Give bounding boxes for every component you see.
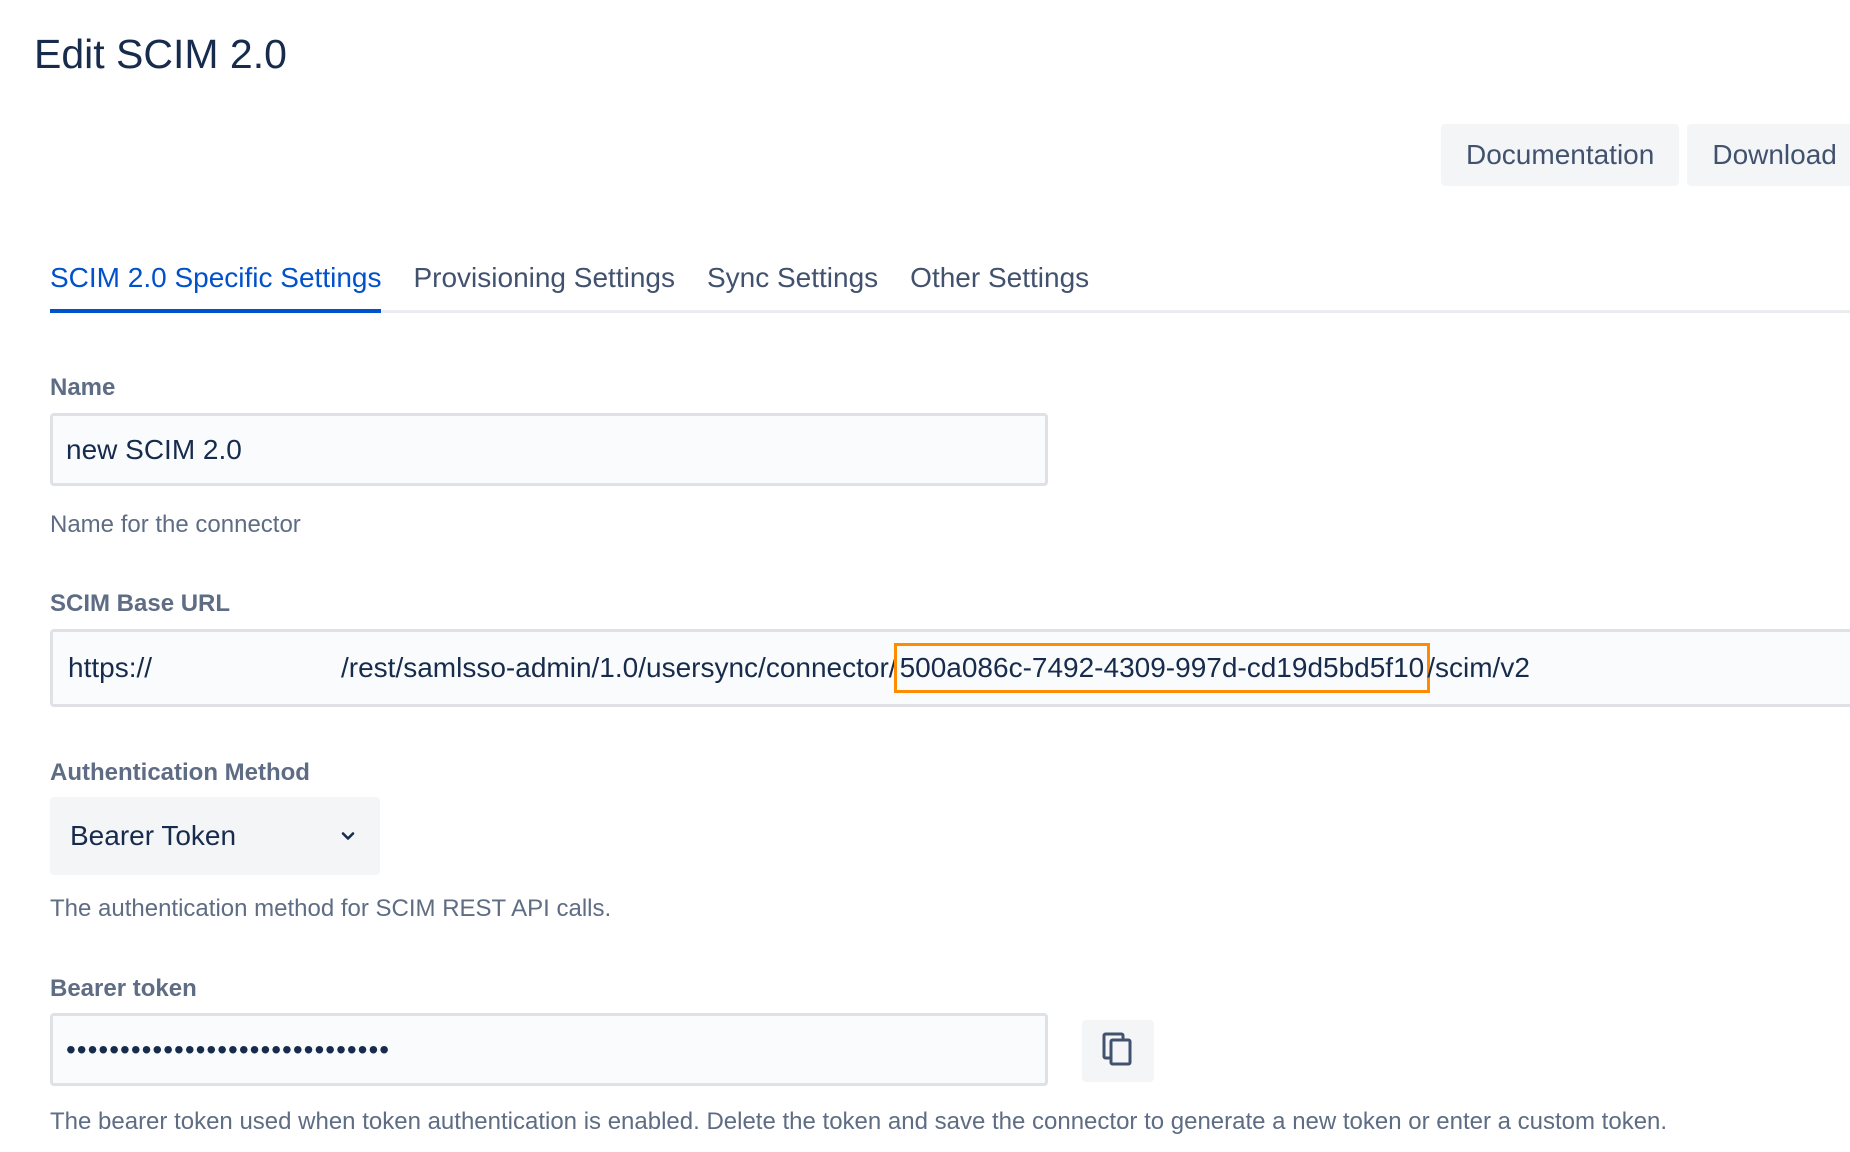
tab-provisioning-settings[interactable]: Provisioning Settings [413,250,674,310]
url-path: /rest/samlsso-admin/1.0/usersync/connect… [341,652,897,683]
auth-method-label: Authentication Method [50,759,310,786]
page-title: Edit SCIM 2.0 [34,31,287,77]
name-input[interactable] [50,413,1048,486]
settings-tabs: SCIM 2.0 Specific Settings Provisioning … [50,250,1850,313]
documentation-button[interactable]: Documentation [1441,124,1680,186]
bearer-token-help-text: The bearer token used when token authent… [50,1108,1668,1135]
chevron-down-icon [336,824,360,848]
name-label: Name [50,374,116,401]
connector-id-highlight: 500a086c-7492-4309-997d-cd19d5bd5f10 [893,643,1431,693]
bearer-token-label: Bearer token [50,975,197,1002]
auth-method-value: Bearer Token [70,820,237,851]
url-prefix: https:// [68,652,153,683]
url-suffix: /scim/v2 [1427,652,1530,683]
tab-scim-specific-settings[interactable]: SCIM 2.0 Specific Settings [50,250,382,313]
scim-base-url-input[interactable]: https:// /rest/samlsso-admin/1.0/usersync… [50,629,1850,707]
download-button[interactable]: Download [1687,124,1850,186]
tab-other-settings[interactable]: Other Settings [910,250,1089,310]
name-help-text: Name for the connector [50,511,301,538]
auth-method-select[interactable]: Bearer Token [50,797,380,875]
bearer-token-input[interactable]: •••••••••••••••••••••••••••••• [50,1013,1048,1086]
copy-icon [1100,1030,1136,1073]
toolbar: Documentation Download [1441,124,1850,186]
edit-scim-page: Edit SCIM 2.0 Documentation Download SCI… [0,0,1850,1152]
scim-base-url-label: SCIM Base URL [50,590,231,617]
copy-token-button[interactable] [1082,1020,1154,1082]
auth-method-help-text: The authentication method for SCIM REST … [50,895,612,922]
tab-sync-settings[interactable]: Sync Settings [707,250,878,310]
